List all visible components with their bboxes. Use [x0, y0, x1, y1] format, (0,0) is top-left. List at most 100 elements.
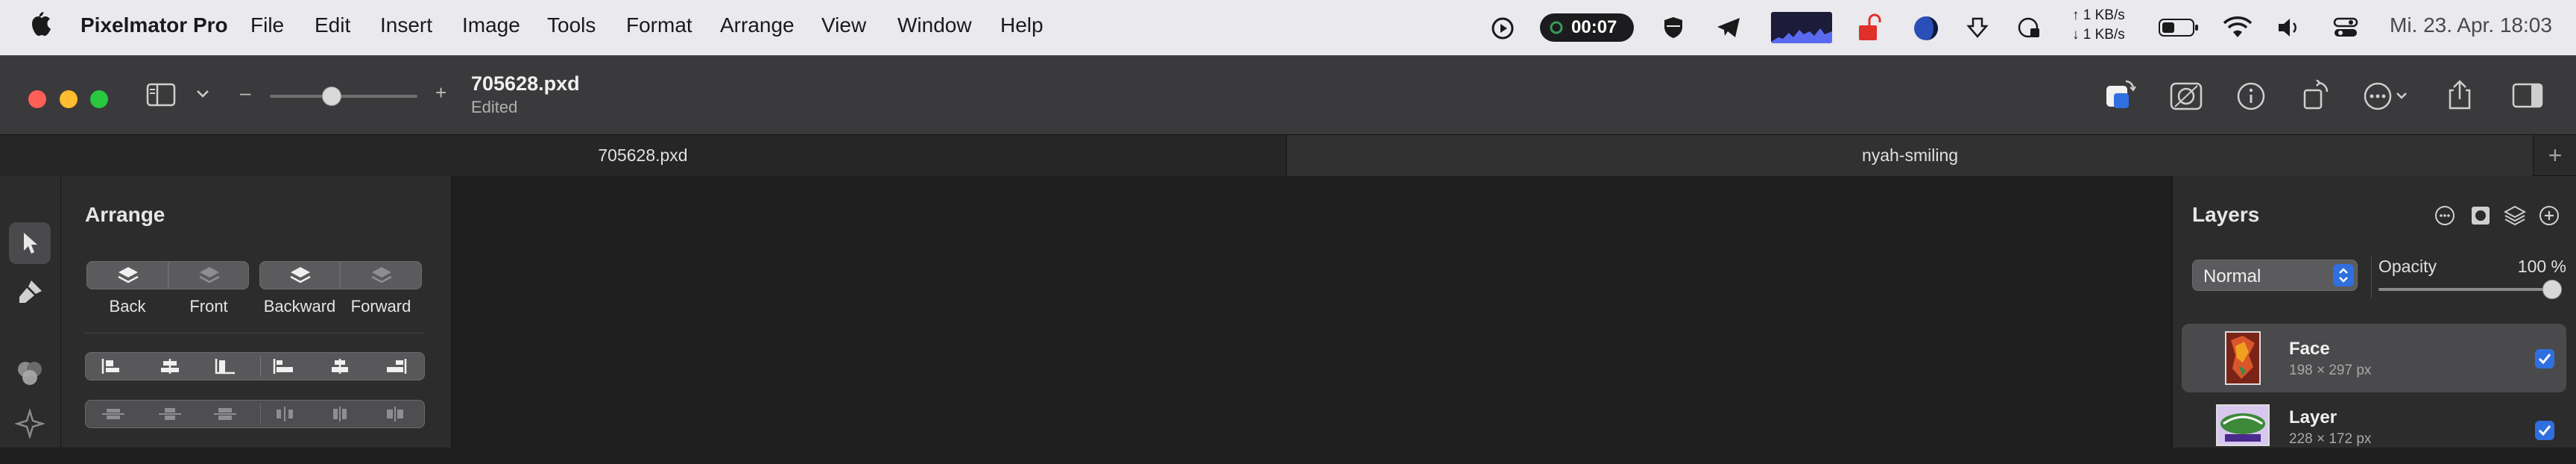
menu-view[interactable]: View	[821, 13, 866, 37]
distribute-center-icon[interactable]	[157, 405, 183, 427]
layer-name: Layer	[2289, 407, 2337, 427]
bring-forward-button[interactable]	[340, 261, 422, 289]
document-title[interactable]: 705628.pxd	[471, 72, 580, 95]
align-center-horizontal-icon[interactable]	[157, 357, 183, 379]
share-icon[interactable]	[2446, 78, 2473, 115]
network-down: ↓ 1 KB/s	[2072, 27, 2125, 43]
tab-nyah-smiling[interactable]: nyah-smiling	[1287, 135, 2534, 176]
menu-tools[interactable]: Tools	[547, 13, 596, 37]
distribute-left-icon[interactable]	[101, 405, 126, 427]
align-left-icon[interactable]	[101, 357, 126, 379]
blend-mode-value: Normal	[2203, 266, 2261, 286]
zoom-in-button[interactable]: +	[435, 81, 446, 104]
opacity-slider-knob[interactable]	[2542, 280, 2562, 299]
control-center-icon[interactable]	[2333, 16, 2358, 44]
adjust-image-icon[interactable]	[2169, 81, 2203, 115]
wifi-icon[interactable]	[2223, 16, 2253, 44]
zoom-out-button[interactable]: –	[240, 81, 250, 104]
shield-icon[interactable]	[1661, 15, 1686, 46]
layer-stack-icon[interactable]	[2503, 204, 2527, 231]
download-icon[interactable]	[1966, 16, 1989, 46]
align-top-icon[interactable]	[272, 357, 297, 379]
arrange-panel: Arrange Back Front Backward Forward	[61, 176, 452, 448]
new-tab-button[interactable]: +	[2534, 135, 2576, 176]
menu-help[interactable]: Help	[1000, 13, 1044, 37]
lock-open-icon[interactable]	[1856, 13, 1881, 47]
document-tab-bar: 705628.pxd nyah-smiling +	[0, 134, 2576, 176]
layer-size: 198 × 297 px	[2289, 363, 2372, 378]
menu-image[interactable]: Image	[462, 13, 520, 37]
inspector-toggle-icon[interactable]	[2512, 83, 2543, 112]
rotate-icon[interactable]	[2302, 79, 2332, 115]
plus-icon: +	[2548, 142, 2563, 169]
spinner-icon	[1550, 21, 1563, 34]
menu-format[interactable]: Format	[626, 13, 692, 37]
play-circle-icon[interactable]	[1491, 16, 1515, 46]
opacity-value[interactable]: 100 %	[2502, 257, 2566, 277]
tab-label: nyah-smiling	[1861, 145, 1959, 165]
volume-icon[interactable]	[2276, 16, 2302, 44]
close-window-button[interactable]	[28, 90, 46, 108]
window-toolbar: – + 705628.pxd Edited	[0, 55, 2576, 134]
layer-row-layer[interactable]: Layer 228 × 172 px	[2182, 395, 2566, 464]
minimize-window-button[interactable]	[60, 90, 78, 108]
sidebar-toggle-icon[interactable]	[146, 83, 176, 110]
distribute-bottom-icon[interactable]	[382, 405, 408, 427]
send-backward-button[interactable]	[259, 261, 340, 289]
menu-app-name[interactable]: Pixelmator Pro	[80, 13, 228, 37]
distribute-top-icon[interactable]	[272, 405, 297, 427]
effects-star-icon[interactable]	[13, 407, 46, 442]
canvas-area[interactable]	[452, 176, 2172, 448]
activity-graph-icon[interactable]	[1771, 12, 1832, 43]
zoom-window-button[interactable]	[90, 90, 108, 108]
menu-arrange[interactable]: Arrange	[720, 13, 795, 37]
zoom-slider[interactable]	[270, 87, 417, 106]
recording-timer[interactable]: 00:07	[1540, 13, 1634, 42]
telegram-icon[interactable]	[1716, 16, 1741, 44]
send-to-back-button[interactable]	[86, 261, 168, 289]
opacity-slider[interactable]	[2378, 280, 2562, 299]
tab-705628[interactable]: 705628.pxd	[0, 135, 1287, 176]
blend-mode-select[interactable]: Normal	[2192, 260, 2358, 291]
network-up: ↑ 1 KB/s	[2072, 7, 2125, 23]
front-label: Front	[189, 297, 228, 316]
segment-divider	[260, 356, 261, 377]
battery-icon[interactable]	[2159, 18, 2199, 43]
bring-to-front-button[interactable]	[168, 261, 249, 289]
menu-window[interactable]: Window	[897, 13, 972, 37]
info-icon[interactable]	[2236, 81, 2266, 115]
align-middle-icon[interactable]	[327, 357, 353, 379]
forward-label: Forward	[350, 297, 411, 316]
menu-file[interactable]: File	[250, 13, 284, 37]
pointer-arrow-icon	[24, 233, 37, 254]
color-swap-icon[interactable]	[2103, 78, 2138, 116]
add-layer-icon[interactable]	[2538, 204, 2560, 231]
layer-visibility-checkbox[interactable]	[2535, 421, 2554, 440]
layer-row-face[interactable]: Face 198 × 297 px	[2182, 324, 2566, 392]
align-bottom-icon[interactable]	[382, 357, 408, 379]
menu-insert[interactable]: Insert	[380, 13, 432, 37]
distribute-right-icon[interactable]	[212, 405, 238, 427]
paint-brush-icon[interactable]	[16, 278, 45, 310]
timer-text: 00:07	[1571, 17, 1617, 37]
divider	[2371, 257, 2372, 298]
arrange-tool-button[interactable]	[9, 222, 51, 264]
more-options-icon[interactable]	[2363, 81, 2412, 115]
menu-edit[interactable]: Edit	[315, 13, 350, 37]
layer-options-icon[interactable]	[2434, 204, 2456, 231]
vpn-lock-icon[interactable]	[2017, 15, 2042, 46]
color-adjust-icon[interactable]	[15, 358, 45, 392]
layers-backward-icon	[290, 267, 311, 283]
distribute-middle-icon[interactable]	[327, 405, 353, 427]
menubar-clock[interactable]: Mi. 23. Apr. 18:03	[2390, 13, 2552, 37]
layers-front-icon	[199, 267, 220, 283]
align-controls	[85, 352, 425, 380]
layer-name: Face	[2289, 339, 2330, 359]
apple-icon[interactable]	[30, 12, 52, 44]
layer-visibility-checkbox[interactable]	[2535, 349, 2554, 369]
chevron-down-icon[interactable]	[195, 89, 210, 103]
moon-icon[interactable]	[1913, 15, 1939, 47]
zoom-slider-knob[interactable]	[322, 87, 342, 106]
layer-mask-icon[interactable]	[2469, 204, 2492, 231]
align-right-icon[interactable]	[212, 357, 238, 379]
